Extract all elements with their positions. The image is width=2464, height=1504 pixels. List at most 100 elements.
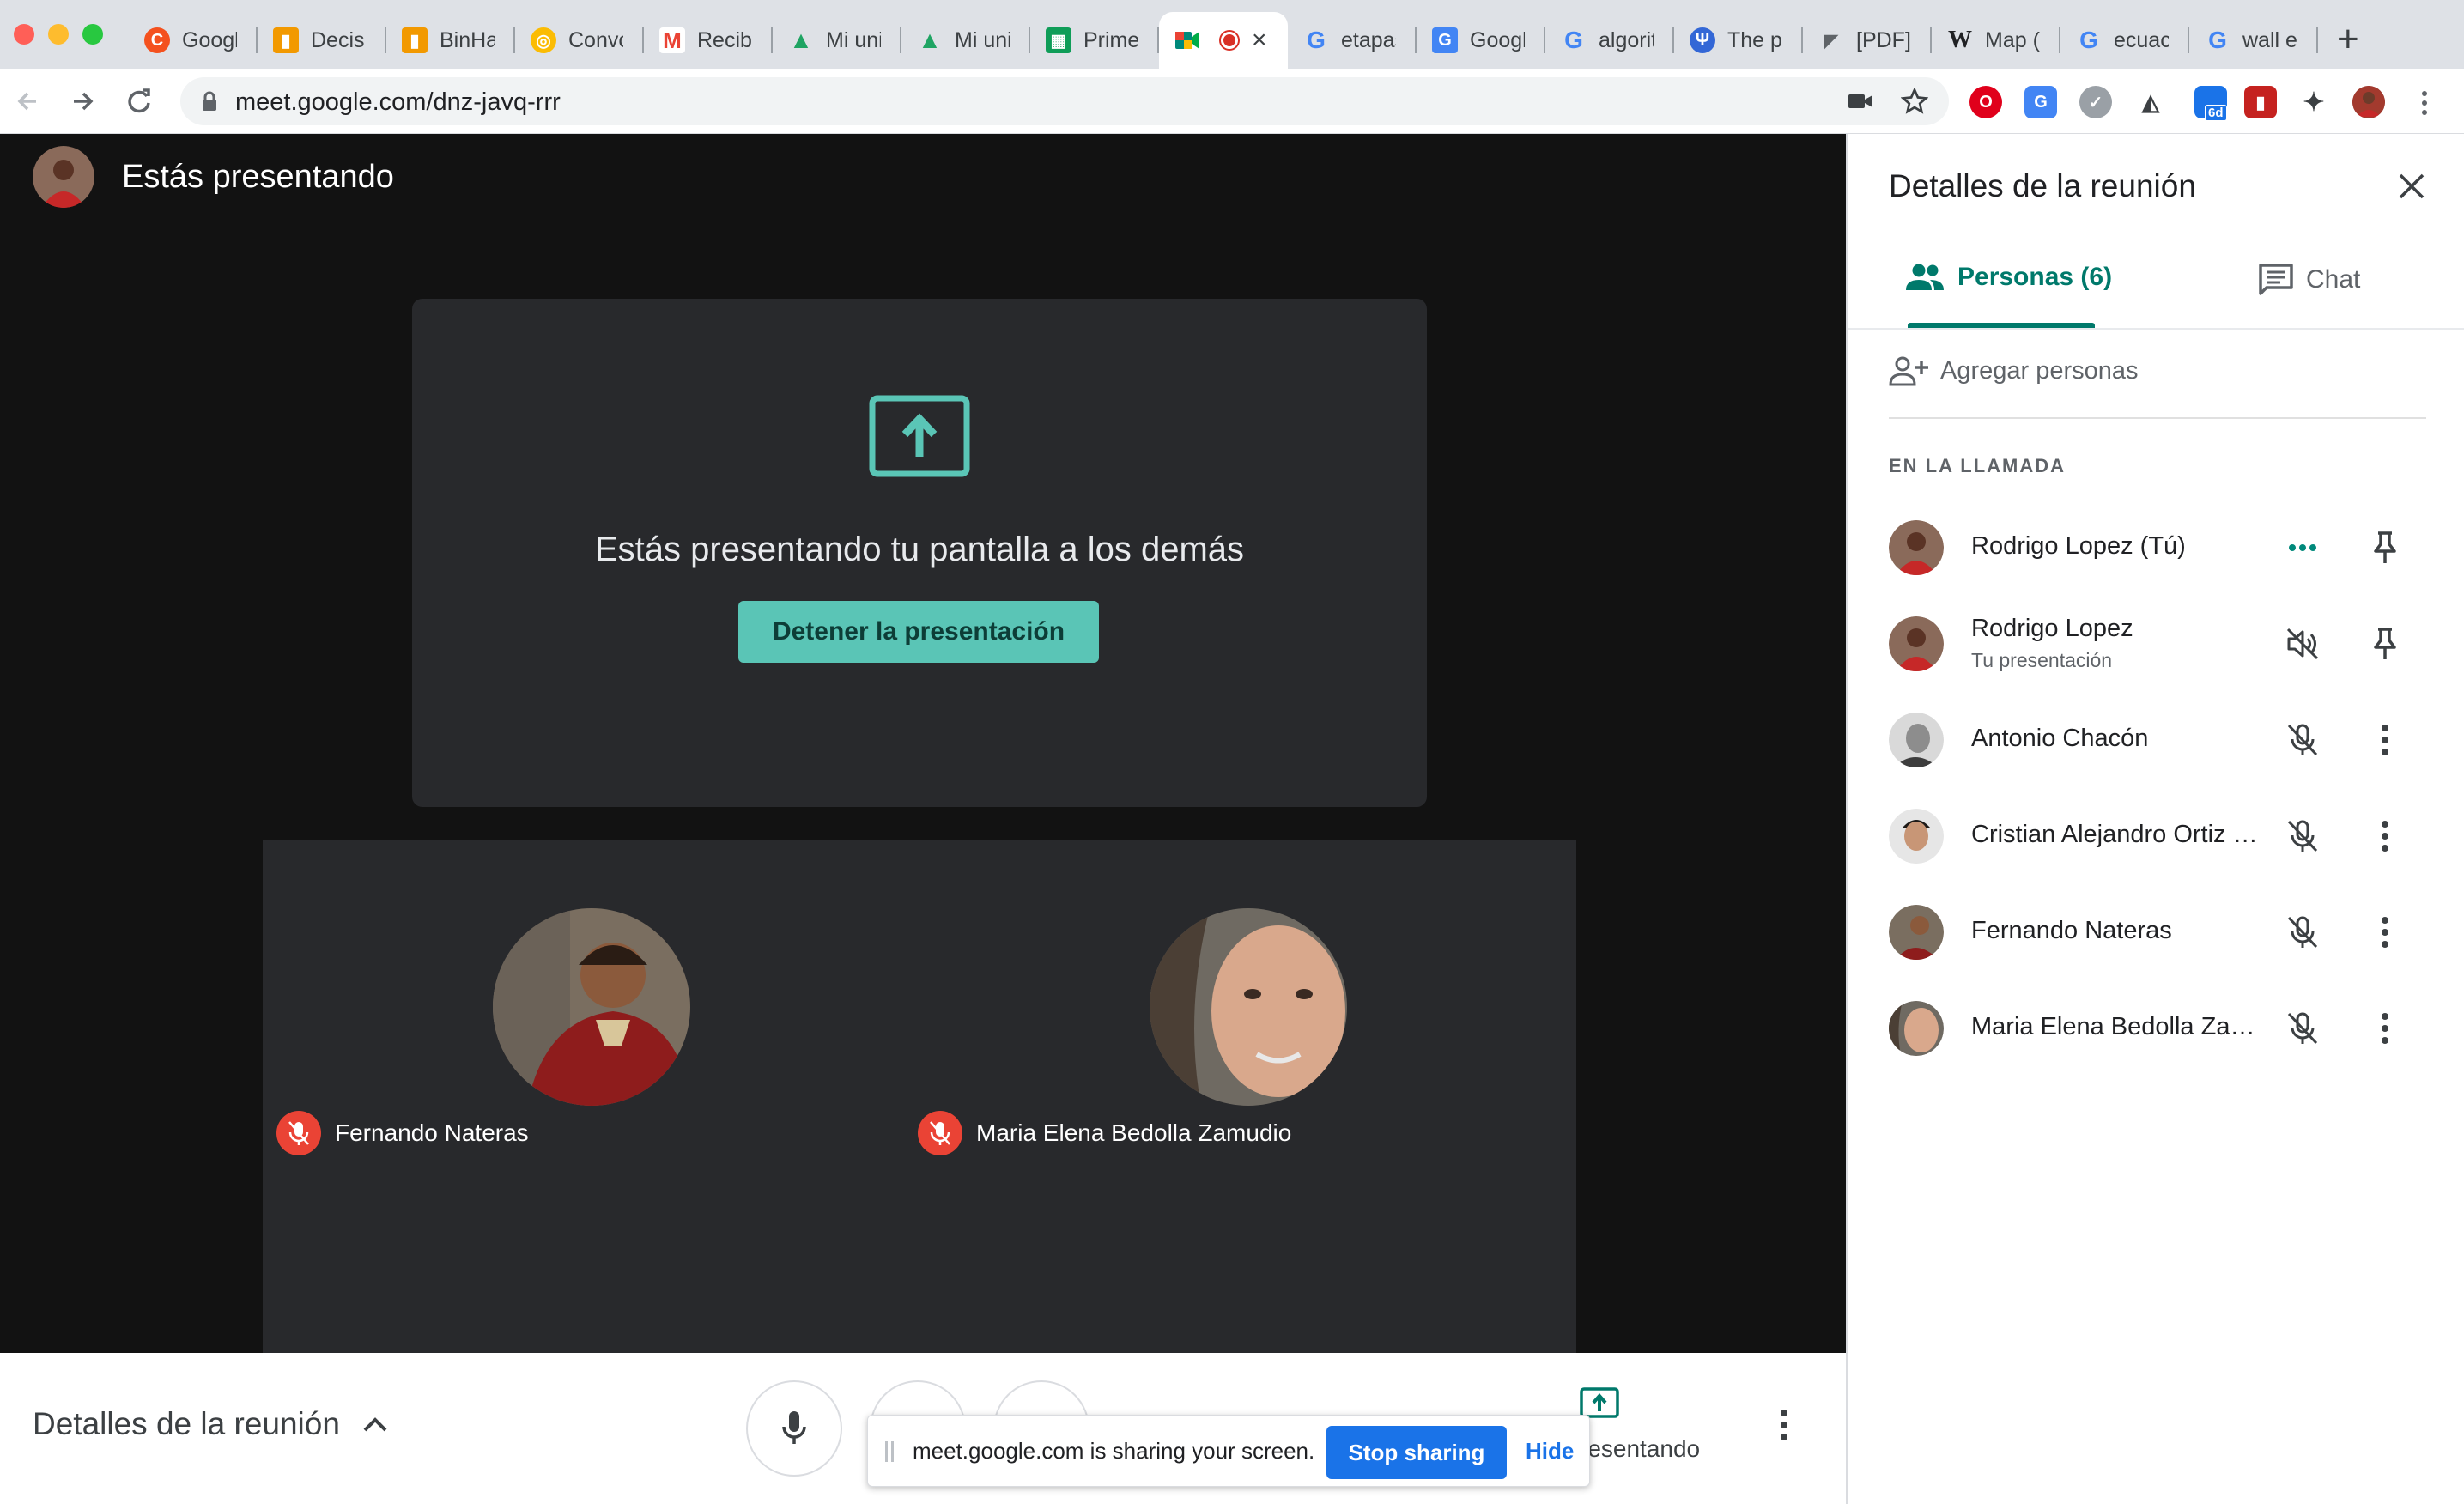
hide-notification-button[interactable]: Hide (1526, 1438, 1574, 1465)
participant-grid: Fernando Nateras Maria Elena Bedolla Zam… (263, 840, 1576, 1353)
participant-photo (1150, 908, 1347, 1106)
close-tab-icon[interactable]: × (1252, 27, 1267, 53)
chat-icon (2259, 264, 2293, 295)
divider (1889, 417, 2426, 419)
avatar (1889, 713, 1944, 767)
forward-arrow-icon[interactable] (64, 82, 101, 120)
new-tab-button[interactable]: + (2337, 21, 2359, 58)
mic-off-icon (2287, 1012, 2318, 1045)
browser-tab-strip: C Googl ▮ Decisi ▮ BinHa ◎ Convo M Recibi ▲ Mi… (0, 0, 2464, 69)
calendar-extension-icon[interactable]: 6d (2194, 86, 2227, 121)
browser-menu-icon[interactable] (2418, 89, 2431, 117)
url-text: meet.google.com/dnz-javq-rrr (235, 88, 561, 116)
participant-row[interactable]: Rodrigo Lopez (Tú) (1889, 513, 2447, 582)
more-options-icon[interactable] (2370, 819, 2400, 853)
presenting-message: Estás presentando tu pantalla a los demá… (594, 531, 1245, 568)
puzzle-extensions-icon[interactable]: ✦ (2297, 86, 2330, 118)
browser-tab[interactable]: G Googl (1417, 12, 1545, 69)
drag-handle-icon[interactable] (885, 1441, 894, 1462)
minimize-window-button[interactable] (48, 24, 69, 45)
participant-name: Rodrigo Lopez (1971, 615, 2133, 642)
presenting-label: Estás presentando (122, 158, 394, 195)
browser-tab[interactable]: W Map ( (1932, 12, 2060, 69)
opera-extension-icon[interactable]: O (1969, 86, 2002, 118)
back-arrow-icon[interactable] (10, 82, 48, 120)
browser-tab-active[interactable]: × (1159, 12, 1288, 69)
participant-row[interactable]: Cristian Alejandro Ortiz L... (1889, 802, 2447, 870)
zoom-window-button[interactable] (82, 24, 103, 45)
tab-people[interactable]: Personas (6) (1904, 263, 2112, 292)
car-extension-icon[interactable]: ◭ (2134, 86, 2167, 118)
browser-tab[interactable]: C Googl (129, 12, 258, 69)
participant-row[interactable]: Maria Elena Bedolla Zam... (1889, 994, 2447, 1063)
divider (1848, 328, 2464, 330)
browser-tab[interactable]: ▲ Mi uni (773, 12, 901, 69)
mic-off-icon (2287, 724, 2318, 756)
tab-chat[interactable]: Chat (2258, 263, 2360, 297)
participant-name: Cristian Alejandro Ortiz L... (1971, 821, 2263, 848)
tab-title: [PDF] (1856, 27, 1911, 52)
browser-tab[interactable]: ◎ Convo (515, 12, 644, 69)
pin-icon[interactable] (2370, 627, 2400, 661)
browser-tab[interactable]: Galgorit (1545, 12, 1674, 69)
participant-row[interactable]: Antonio Chacón (1889, 706, 2447, 774)
more-options-icon[interactable] (2370, 915, 2400, 949)
participant-row[interactable]: Rodrigo Lopez Tu presentación (1889, 609, 2447, 678)
browser-tab[interactable]: M Recibi (644, 12, 773, 69)
tab-title: Map ( (1985, 27, 2040, 52)
presenter-avatar (33, 146, 94, 208)
sharing-notice-text: meet.google.com is sharing your screen. (913, 1438, 1315, 1464)
stop-sharing-button[interactable]: Stop sharing (1326, 1426, 1507, 1479)
more-options-icon[interactable] (1777, 1408, 1791, 1442)
bookmark-star-icon[interactable] (1901, 88, 1928, 115)
participant-row[interactable]: Fernando Nateras (1889, 898, 2447, 967)
reload-icon[interactable] (120, 82, 158, 120)
participant-name: Fernando Nateras (335, 1119, 529, 1146)
browser-tab[interactable]: ▦ Primer (1030, 12, 1159, 69)
close-window-button[interactable] (14, 24, 34, 45)
drive-icon: ▲ (918, 27, 942, 53)
participant-name: Rodrigo Lopez (Tú) (1971, 532, 2186, 560)
tab-title: algorit (1599, 27, 1654, 52)
browser-tab[interactable]: ▮ BinHa (386, 12, 515, 69)
red-book-extension-icon[interactable]: ▮ (2244, 86, 2277, 118)
profile-avatar[interactable] (2352, 86, 2385, 118)
recording-indicator-icon (1221, 32, 1238, 49)
browser-tab[interactable]: ▲ Mi uni (901, 12, 1030, 69)
avatar (1889, 616, 1944, 671)
microphone-button[interactable] (746, 1380, 842, 1477)
address-bar[interactable]: meet.google.com/dnz-javq-rrr (180, 77, 1949, 125)
participant-photo (493, 908, 690, 1106)
participant-name: Antonio Chacón (1971, 725, 2149, 752)
mic-off-icon (2287, 820, 2318, 852)
add-people-button[interactable]: Agregar personas (1889, 355, 2139, 386)
checkmark-extension-icon[interactable]: ✓ (2079, 86, 2112, 118)
participant-name: Maria Elena Bedolla Zam... (1971, 1013, 2263, 1040)
browser-tab[interactable]: ▮ Decisi (258, 12, 386, 69)
browser-tab[interactable]: Getapas (1288, 12, 1417, 69)
tab-title: ecuac (2114, 27, 2169, 52)
translate-extension-icon[interactable]: G (2024, 86, 2057, 118)
coin-icon: ◎ (531, 27, 556, 53)
browser-tab[interactable]: Gecuac (2060, 12, 2189, 69)
browser-tab[interactable]: Gwall e (2189, 12, 2318, 69)
camera-icon[interactable] (1848, 92, 1873, 111)
stop-presenting-button[interactable]: Detener la presentación (738, 601, 1099, 663)
mic-off-icon (276, 1111, 321, 1155)
tab-people-label: Personas (6) (1957, 263, 2113, 291)
meeting-details-toggle[interactable]: Detalles de la reunión (33, 1406, 388, 1442)
browser-tab[interactable]: Ψ The p (1674, 12, 1803, 69)
google-icon: G (1307, 27, 1326, 53)
pin-icon[interactable] (2370, 531, 2400, 565)
people-icon (1906, 264, 1944, 290)
presenting-status-label[interactable]: resentando (1580, 1435, 1700, 1463)
more-options-icon[interactable] (2370, 723, 2400, 757)
book-icon: ▮ (402, 27, 428, 53)
meet-icon (1174, 27, 1200, 53)
participant-label: Maria Elena Bedolla Zamudio (918, 1111, 1291, 1155)
tab-title: Googl (182, 27, 237, 52)
close-icon[interactable] (2397, 172, 2426, 201)
browser-tab[interactable]: ◤ [PDF] (1803, 12, 1932, 69)
more-options-icon[interactable] (2370, 1011, 2400, 1046)
tab-title: etapas (1341, 27, 1396, 52)
